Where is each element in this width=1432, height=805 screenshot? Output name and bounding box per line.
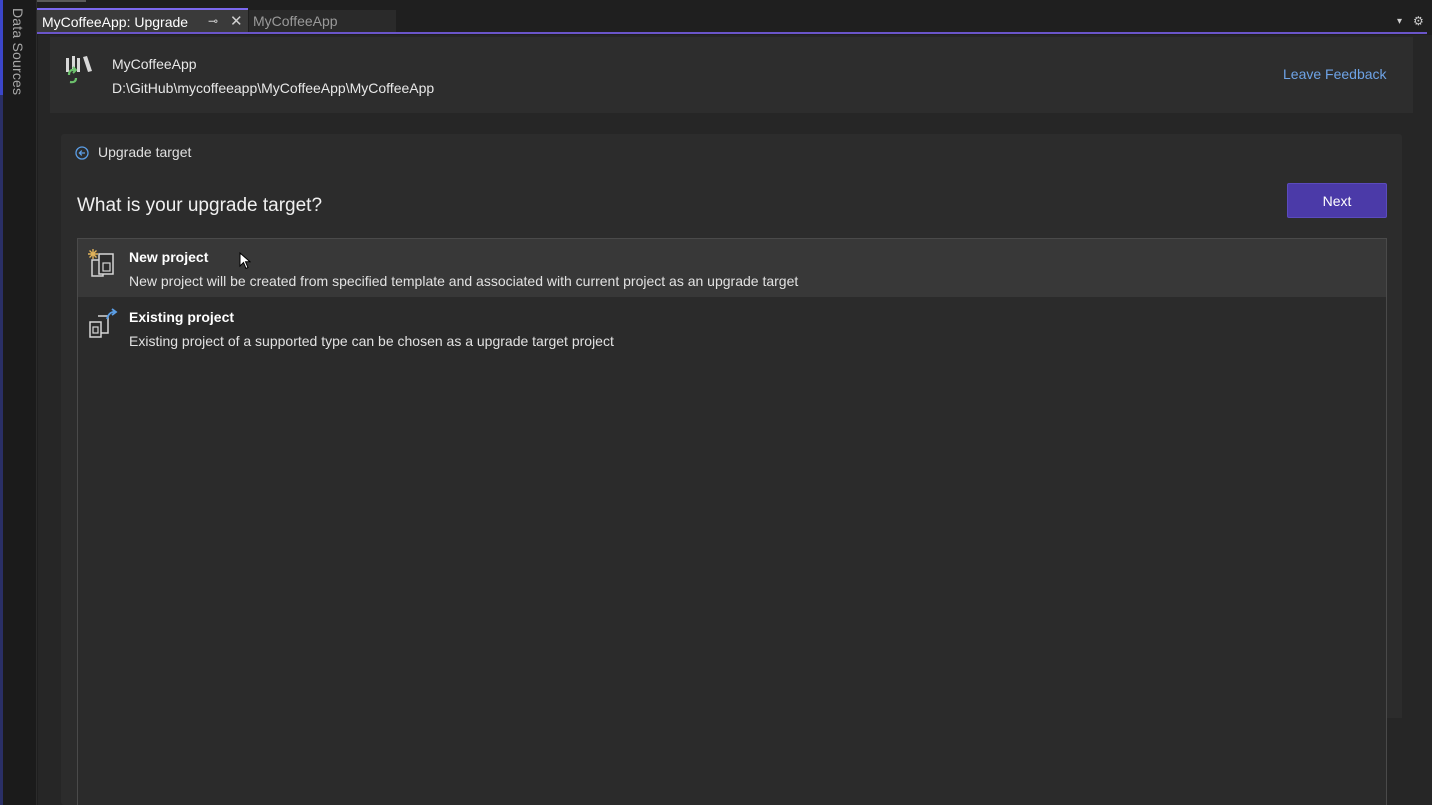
project-name: MyCoffeeApp [112,56,197,72]
option-description: New project will be created from specifi… [129,273,799,289]
next-button[interactable]: Next [1287,183,1387,218]
new-project-icon [88,249,114,277]
page-title: What is your upgrade target? [77,195,323,216]
option-existing-project[interactable]: Existing project Existing project of a s… [78,299,1386,357]
strip-accent-active [0,0,3,95]
tab-top-mark [37,0,86,2]
scroll-corner [1387,718,1405,805]
strip-accent [0,0,3,805]
project-header [50,37,1413,113]
tool-window-strip [0,0,37,805]
option-new-project[interactable]: New project New project will be created … [78,239,1386,297]
tab-upgrade-label: MyCoffeeApp: Upgrade [42,14,189,30]
leave-feedback-link[interactable]: Leave Feedback [1283,66,1387,82]
tab-upgrade[interactable]: MyCoffeeApp: Upgrade ⊸ ✕ [37,8,248,34]
upgrade-assistant-icon [66,56,92,84]
breadcrumb: Upgrade target [98,144,192,160]
project-path: D:\GitHub\mycoffeeapp\MyCoffeeApp\MyCoff… [112,80,435,96]
gear-icon[interactable]: ⚙ [1413,14,1424,28]
pin-icon[interactable]: ⊸ [208,14,218,28]
tab-list-dropdown-icon[interactable]: ▾ [1397,16,1402,27]
tab-mycoffeeapp-label: MyCoffeeApp [253,13,338,29]
option-title: New project [129,249,209,265]
option-title: Existing project [129,309,235,325]
close-icon[interactable]: ✕ [230,12,243,30]
mouse-cursor-icon [239,252,251,270]
tab-mycoffeeapp[interactable]: MyCoffeeApp [249,10,396,32]
option-description: Existing project of a supported type can… [129,333,614,349]
back-arrow-icon[interactable] [75,146,89,160]
tabstrip-underline [37,32,1427,34]
data-sources-tab[interactable]: Data Sources [10,8,26,95]
existing-project-icon [89,308,118,338]
